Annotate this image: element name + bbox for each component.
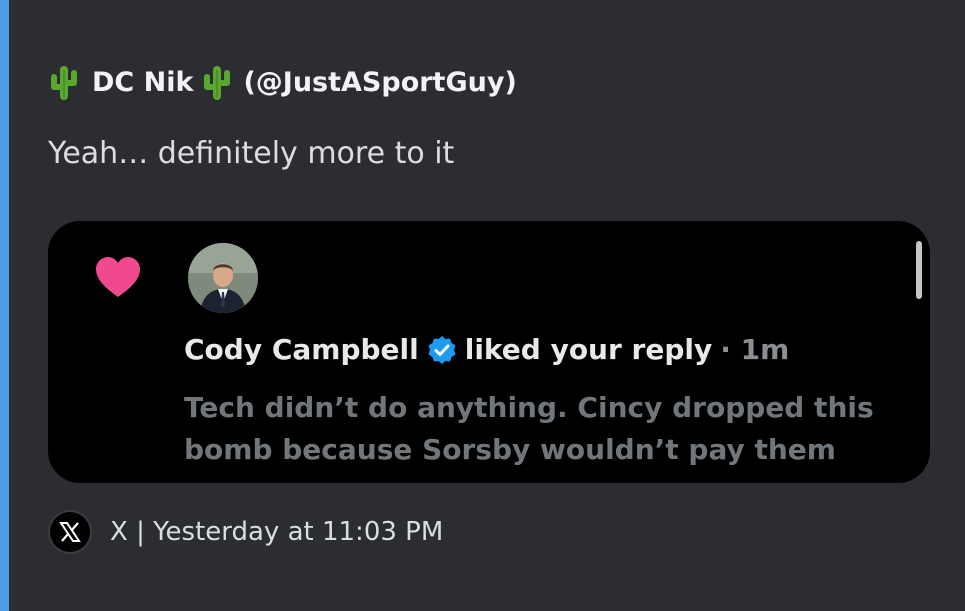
footer-text: X | Yesterday at 11:03 PM <box>110 517 444 547</box>
notification-action: liked your reply <box>464 333 713 366</box>
avatar-image <box>188 243 258 313</box>
embed-accent-bar <box>0 0 9 611</box>
cactus-icon <box>204 66 231 100</box>
notification-headline: Cody Campbell liked your reply · 1m <box>184 333 789 366</box>
avatar[interactable] <box>188 243 258 313</box>
author-name[interactable]: DC Nik <box>92 67 193 98</box>
link-embed: DC Nik (@JustASportGuy) Yeah… definitely… <box>0 0 965 611</box>
scrollbar[interactable] <box>916 241 922 299</box>
heart-icon <box>96 257 140 297</box>
embed-description: Yeah… definitely more to it <box>48 136 455 171</box>
embed-author[interactable]: DC Nik (@JustASportGuy) <box>48 60 517 104</box>
x-logo-glyph <box>59 522 81 542</box>
cactus-icon <box>51 66 77 100</box>
author-handle[interactable]: (@JustASportGuy) <box>243 67 516 98</box>
x-logo-icon <box>48 510 92 554</box>
reply-text: Tech didn’t do anything. Cincy dropped t… <box>184 391 874 466</box>
notification-time: · 1m <box>720 333 790 366</box>
embed-footer: X | Yesterday at 11:03 PM <box>48 510 443 554</box>
verified-badge-icon <box>428 335 456 364</box>
liker-name: Cody Campbell <box>184 333 419 366</box>
embed-image-notification[interactable]: Cody Campbell liked your reply · 1m Tech… <box>48 221 930 483</box>
